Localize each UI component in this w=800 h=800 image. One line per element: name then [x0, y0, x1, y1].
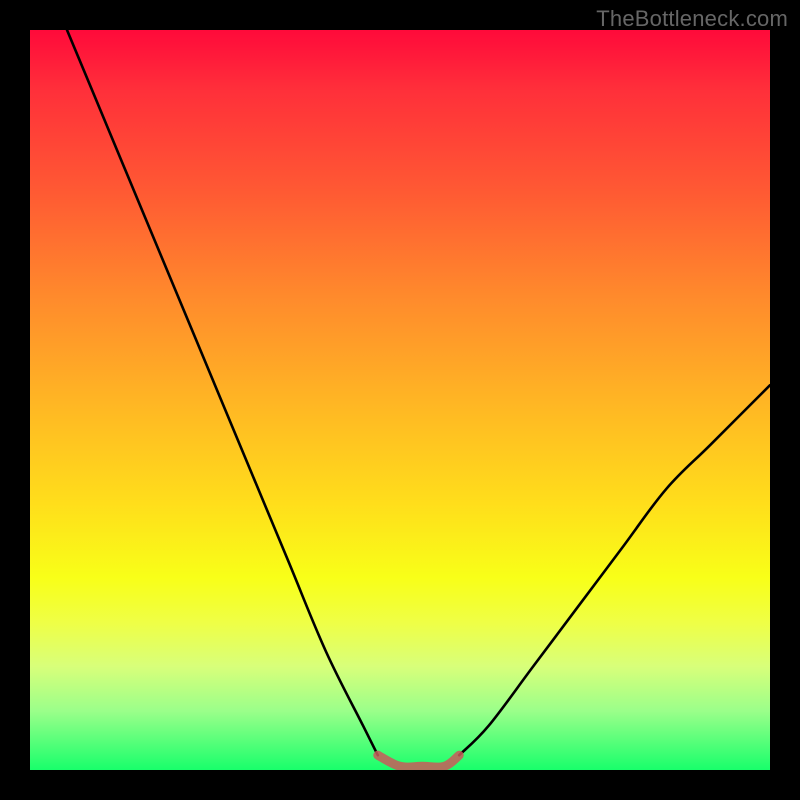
curve-path-left: [67, 30, 378, 755]
watermark-text: TheBottleneck.com: [596, 6, 788, 32]
plot-area: [30, 30, 770, 770]
curve-bottom-highlight: [378, 755, 459, 767]
curve-path-right: [459, 385, 770, 755]
curve-svg: [30, 30, 770, 770]
chart-stage: TheBottleneck.com: [0, 0, 800, 800]
